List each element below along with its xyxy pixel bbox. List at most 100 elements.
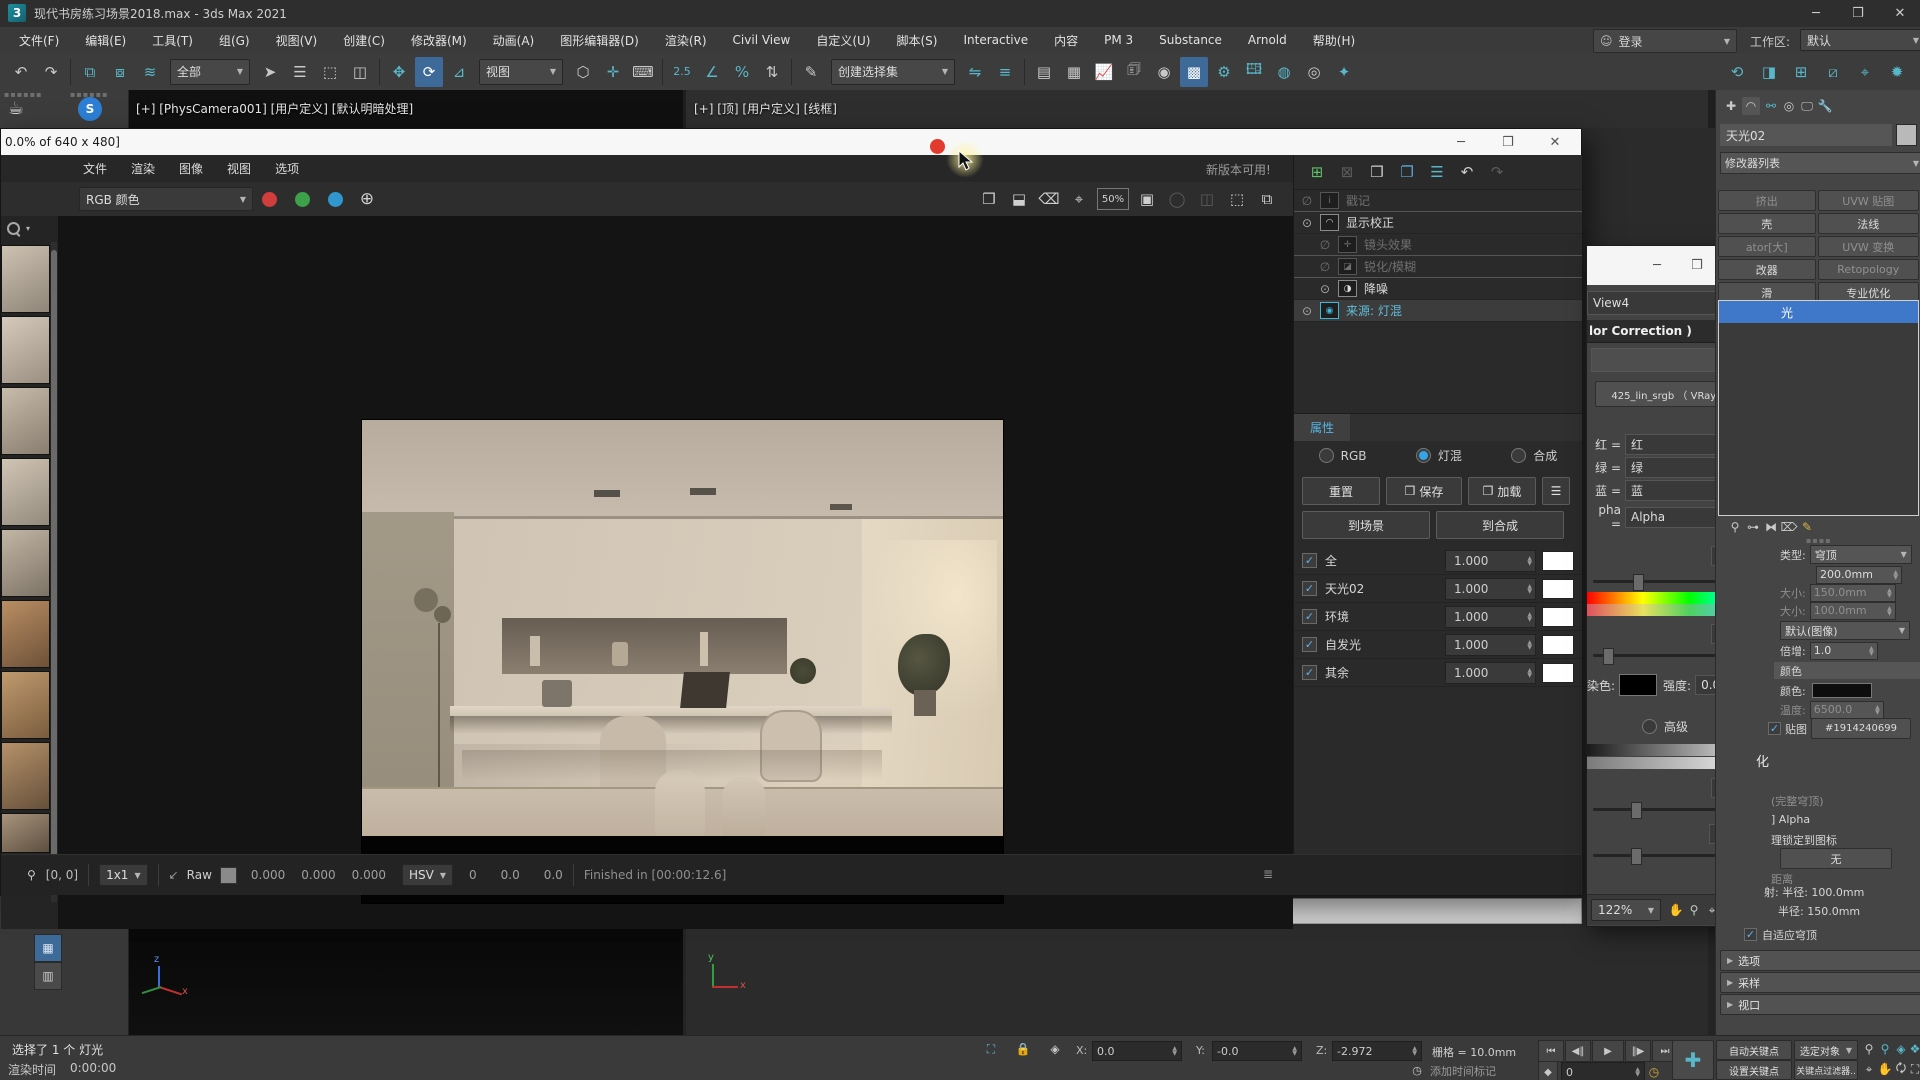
add-layer-icon[interactable]: ⊞ xyxy=(1302,158,1332,186)
layer-row-lens-effects[interactable]: ∅ ✛ 镜头效果 xyxy=(1294,234,1582,256)
layer-row-denoise[interactable]: ⊙ ◑ 降噪 xyxy=(1294,278,1582,300)
lightmix-multiplier-spinner[interactable]: 1.000▲▼ xyxy=(1445,634,1536,656)
modifier-button[interactable]: ator[大] xyxy=(1718,236,1816,257)
history-scrollbar[interactable] xyxy=(51,242,57,902)
lightmix-row-self-illumination[interactable]: ✓ 自发光 1.000▲▼ xyxy=(1294,631,1582,659)
menu-modifiers[interactable]: 修改器(M) xyxy=(398,27,480,53)
load-layers-icon[interactable]: ❐ xyxy=(1392,158,1422,186)
checkbox-checked-icon[interactable]: ✓ xyxy=(1302,553,1317,568)
layer-list-icon[interactable]: ☰ xyxy=(1422,158,1452,186)
checkbox-checked-icon[interactable]: ✓ xyxy=(1302,581,1317,596)
play-icon[interactable]: ▶ xyxy=(1592,1040,1624,1062)
lightmix-multiplier-spinner[interactable]: 1.000▲▼ xyxy=(1445,550,1536,572)
lightmix-color-swatch[interactable] xyxy=(1542,607,1574,627)
menu-group[interactable]: 组(G) xyxy=(206,27,263,53)
modifier-button[interactable]: 挤出 xyxy=(1718,190,1816,211)
rollout-options[interactable]: ▶选项 xyxy=(1720,950,1920,971)
selection-lock-icon[interactable]: 🔒 xyxy=(1014,1040,1032,1058)
lightmix-multiplier-spinner[interactable]: 1.000▲▼ xyxy=(1445,662,1536,684)
open-in-bifrost-icon[interactable]: ✦ xyxy=(1330,57,1358,87)
rectangular-selection-region-icon[interactable]: ⬚ xyxy=(316,57,344,87)
menu-edit[interactable]: 编辑(E) xyxy=(72,27,139,53)
menu-content[interactable]: 内容 xyxy=(1041,27,1091,53)
modifier-button[interactable]: UVW 变换 xyxy=(1818,236,1919,257)
lightmix-reset-button[interactable]: 重置 xyxy=(1302,477,1380,505)
to-scene-button[interactable]: 到场景 xyxy=(1302,511,1430,539)
render-setup-icon[interactable]: ⚙ xyxy=(1210,57,1238,87)
hierarchy-tab-icon[interactable]: ⚯ xyxy=(1762,97,1780,115)
add-time-tag[interactable]: 添加时间标记 xyxy=(1430,1063,1496,1079)
isolate-selection-icon[interactable]: ⛶ xyxy=(982,1040,1000,1058)
vfb-minimize-icon[interactable]: ─ xyxy=(1441,129,1481,155)
toolbar-array-icon[interactable]: ⊞ xyxy=(1787,57,1815,87)
unlink-selection-icon[interactable]: ⧇ xyxy=(106,57,134,87)
lightmix-menu-icon[interactable]: ☰ xyxy=(1542,477,1570,505)
render-iterative-icon[interactable]: ◎ xyxy=(1300,57,1328,87)
vfb-menu-file[interactable]: 文件 xyxy=(71,160,119,177)
param-spinner[interactable]: 6500.0▲▼ xyxy=(1810,701,1884,719)
auto-key-button[interactable]: 自动关键点 xyxy=(1716,1040,1792,1060)
advanced-radio[interactable]: 高级 xyxy=(1642,718,1688,735)
set-key-button[interactable]: 设置关键点 xyxy=(1716,1060,1792,1080)
modifier-button[interactable]: 改器 xyxy=(1718,259,1816,280)
remove-modifier-icon[interactable]: ⌦ xyxy=(1780,518,1798,536)
menu-animation[interactable]: 动画(A) xyxy=(480,27,548,53)
toolbar-undo-scene-icon[interactable]: ⟲ xyxy=(1723,57,1751,87)
param-spinner[interactable]: 150.0mm▲▼ xyxy=(1810,584,1896,602)
vfb-maximize-icon[interactable]: ❒ xyxy=(1488,129,1528,155)
edit-named-selection-sets-icon[interactable]: ✎ xyxy=(797,57,825,87)
lightmix-multiplier-spinner[interactable]: 1.000▲▼ xyxy=(1445,606,1536,628)
zoom-extents-all-icon[interactable]: ❖ xyxy=(1906,1040,1920,1058)
vfb-test-resolution-icon[interactable]: 50% xyxy=(1097,188,1129,210)
create-key-icon[interactable]: ✚ xyxy=(1672,1040,1714,1080)
vfb-save-image-icon[interactable]: ❒ xyxy=(974,185,1004,213)
motion-tab-icon[interactable]: ◎ xyxy=(1780,97,1798,115)
checkbox-checked-icon[interactable]: ✓ xyxy=(1302,637,1317,652)
visibility-off-icon[interactable]: ∅ xyxy=(1294,194,1320,208)
vfb-new-version-link[interactable]: 新版本可用! xyxy=(1206,161,1271,178)
stack-item-light[interactable]: 光 xyxy=(1719,301,1918,323)
radio-rgb[interactable]: RGB xyxy=(1319,448,1367,463)
visibility-on-icon[interactable]: ⊙ xyxy=(1312,282,1338,296)
menu-interactive[interactable]: Interactive xyxy=(950,27,1041,53)
menu-substance[interactable]: Substance xyxy=(1146,27,1235,53)
display-tab-icon[interactable]: 🖵 xyxy=(1798,97,1816,115)
z-coordinate-field[interactable]: -2.972▲▼ xyxy=(1332,1041,1422,1061)
toolbar-mirror-tool-icon[interactable]: ◨ xyxy=(1755,57,1783,87)
show-end-result-icon[interactable]: ⊶ xyxy=(1744,518,1762,536)
lightmix-row-skylight02[interactable]: ✓ 天光02 1.000▲▼ xyxy=(1294,575,1582,603)
layer-manager-icon[interactable]: ▤ xyxy=(1030,57,1058,87)
undo-icon[interactable]: ↶ xyxy=(7,57,35,87)
radio-lightmix[interactable]: 灯混 xyxy=(1416,447,1462,464)
go-to-start-icon[interactable]: ⏮ xyxy=(1538,1040,1564,1062)
lightmix-row-environment[interactable]: ✓ 环境 1.000▲▼ xyxy=(1294,603,1582,631)
param-spinner[interactable]: 200.0mm▲▼ xyxy=(1816,566,1902,584)
slate-material-editor-icon[interactable]: ▩ xyxy=(1180,57,1208,87)
modifier-button[interactable]: 法线 xyxy=(1818,213,1919,234)
lightmix-color-swatch[interactable] xyxy=(1542,663,1574,683)
make-unique-icon[interactable]: ⧓ xyxy=(1762,518,1780,536)
create-tab-icon[interactable]: ✚ xyxy=(1722,97,1740,115)
history-thumbnail[interactable] xyxy=(1,529,50,597)
redo-correction-icon[interactable]: ↷ xyxy=(1482,158,1512,186)
history-thumbnail[interactable] xyxy=(1,600,50,668)
lightmix-row-rest[interactable]: ✓ 其余 1.000▲▼ xyxy=(1294,659,1582,687)
rollout-viewport[interactable]: ▶视口 xyxy=(1720,994,1920,1015)
select-and-rotate-icon[interactable]: ⟳ xyxy=(415,57,443,87)
object-name-field[interactable]: 天光02 xyxy=(1720,124,1892,146)
spinner-snap-icon[interactable]: ⇅ xyxy=(758,57,786,87)
vfb-stereo-icon[interactable]: ◯ xyxy=(1162,185,1192,213)
param-spinner[interactable]: 100.0mm▲▼ xyxy=(1810,602,1896,620)
slate-minimize-icon[interactable]: ─ xyxy=(1637,253,1677,279)
search-icon[interactable] xyxy=(7,222,20,235)
previous-frame-icon[interactable]: ◀‖ xyxy=(1565,1040,1591,1062)
light-color-swatch[interactable] xyxy=(1812,683,1872,698)
none-button[interactable]: 无 xyxy=(1780,848,1892,869)
menu-customize[interactable]: 自定义(U) xyxy=(803,27,883,53)
lightmix-color-swatch[interactable] xyxy=(1542,635,1574,655)
delete-layer-icon[interactable]: ⊠ xyxy=(1332,158,1362,186)
next-frame-icon[interactable]: ‖▶ xyxy=(1625,1040,1651,1062)
toolbar-snapshot-icon[interactable]: ⧄ xyxy=(1819,57,1847,87)
save-layers-icon[interactable]: ❒ xyxy=(1362,158,1392,186)
lightmix-multiplier-spinner[interactable]: 1.000▲▼ xyxy=(1445,578,1536,600)
